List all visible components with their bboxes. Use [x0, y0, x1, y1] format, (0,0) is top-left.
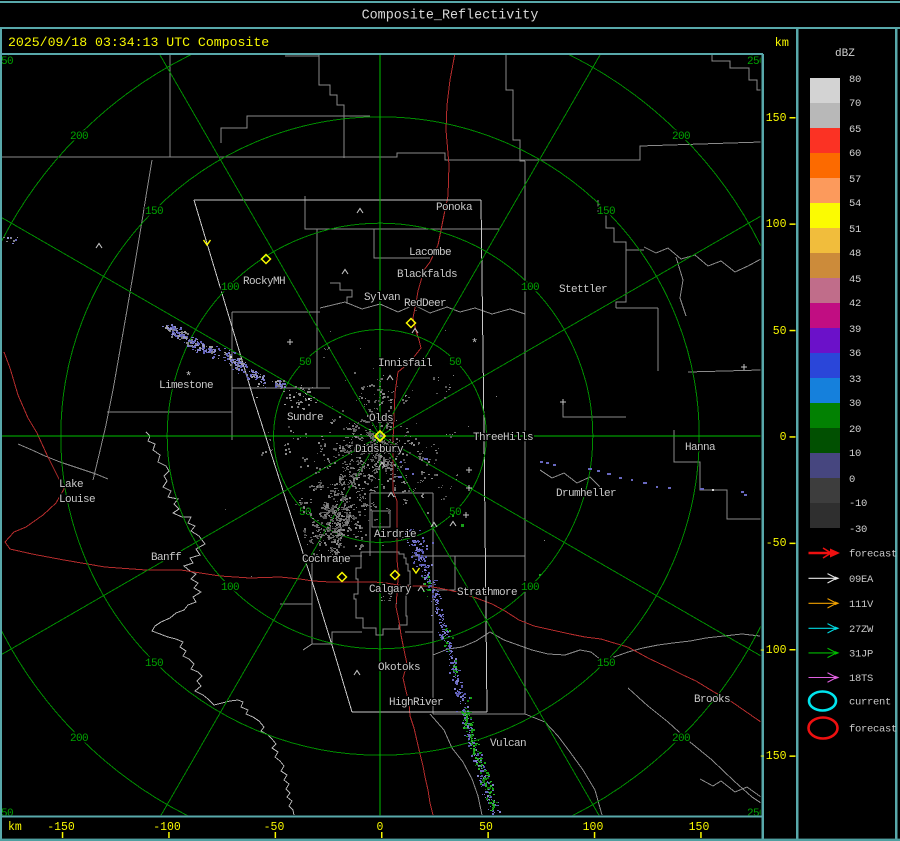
svg-text:60: 60 [849, 148, 861, 160]
svg-text:current: current [849, 697, 891, 709]
svg-text:-50: -50 [264, 821, 285, 834]
svg-text:Brooks: Brooks [694, 694, 730, 706]
svg-text:80: 80 [849, 74, 861, 86]
svg-text:Louise: Louise [59, 494, 95, 506]
svg-text:Drumheller: Drumheller [556, 488, 616, 500]
svg-text:200: 200 [672, 733, 690, 745]
svg-text:100: 100 [521, 582, 539, 594]
svg-text:Calgary: Calgary [369, 584, 412, 596]
svg-text:150: 150 [145, 658, 163, 670]
svg-text:100: 100 [221, 582, 239, 594]
svg-text:RedDeer: RedDeer [404, 298, 446, 310]
svg-text:150: 150 [689, 821, 710, 834]
svg-text:150: 150 [597, 658, 615, 670]
svg-text:dBZ: dBZ [835, 48, 855, 60]
svg-text:Strathmore: Strathmore [457, 587, 517, 599]
svg-text:forecast: forecast [849, 724, 897, 736]
svg-text:57: 57 [849, 174, 861, 186]
svg-text:Lacombe: Lacombe [409, 247, 451, 259]
svg-text:100: 100 [583, 821, 604, 834]
svg-text:Airdrie: Airdrie [374, 529, 416, 541]
svg-text:200: 200 [70, 733, 88, 745]
svg-text:65: 65 [849, 124, 861, 136]
svg-text:Didsbury: Didsbury [355, 444, 404, 456]
svg-text:HighRiver: HighRiver [389, 697, 443, 709]
svg-text:42: 42 [849, 298, 861, 310]
svg-text:111V: 111V [849, 599, 874, 611]
svg-text:Sylvan: Sylvan [364, 292, 400, 304]
svg-text:100: 100 [221, 282, 239, 294]
svg-text:70: 70 [849, 98, 861, 110]
svg-text:39: 39 [849, 324, 861, 336]
svg-text:0: 0 [849, 474, 855, 486]
svg-text:30: 30 [849, 398, 861, 410]
svg-text:Vulcan: Vulcan [490, 738, 526, 750]
svg-text:Olds: Olds [369, 413, 393, 425]
svg-text:0: 0 [780, 431, 787, 444]
svg-text:54: 54 [849, 198, 861, 210]
svg-text:27ZW: 27ZW [849, 624, 874, 636]
svg-text:-50: -50 [766, 537, 787, 550]
svg-text:31JP: 31JP [849, 648, 873, 660]
svg-text:50: 50 [449, 357, 461, 369]
svg-text:RockyMH: RockyMH [243, 276, 285, 288]
svg-text:10: 10 [849, 448, 861, 460]
svg-text:Sundre: Sundre [287, 412, 323, 424]
svg-text:18TS: 18TS [849, 673, 873, 685]
svg-text:Stettler: Stettler [559, 284, 607, 296]
svg-text:33: 33 [849, 374, 861, 386]
svg-text:forecast: forecast [849, 549, 897, 561]
svg-text:45: 45 [849, 274, 861, 286]
svg-text:50: 50 [479, 821, 493, 834]
svg-text:200: 200 [672, 131, 690, 143]
svg-text:Cochrane: Cochrane [302, 554, 350, 566]
svg-text:51: 51 [849, 224, 861, 236]
svg-text:Banff: Banff [151, 552, 181, 564]
svg-text:Okotoks: Okotoks [378, 662, 420, 674]
svg-text:200: 200 [70, 131, 88, 143]
svg-text:50: 50 [299, 357, 311, 369]
svg-text:ThreeHills: ThreeHills [473, 432, 533, 444]
svg-text:-30: -30 [849, 524, 867, 536]
svg-text:Hanna: Hanna [685, 442, 716, 454]
svg-text:50: 50 [449, 507, 461, 519]
svg-text:-150: -150 [47, 821, 75, 834]
svg-text:-150: -150 [759, 750, 787, 763]
svg-text:-100: -100 [759, 644, 787, 657]
svg-text:150: 150 [145, 206, 163, 218]
svg-text:Ponoka: Ponoka [436, 202, 473, 214]
svg-text:20: 20 [849, 424, 861, 436]
svg-text:50: 50 [773, 325, 787, 338]
svg-text:Lake: Lake [59, 479, 83, 491]
svg-text:09EA: 09EA [849, 574, 874, 586]
svg-text:km: km [8, 821, 22, 834]
svg-text:48: 48 [849, 248, 861, 260]
svg-text:36: 36 [849, 348, 861, 360]
svg-text:Composite_Reflectivity: Composite_Reflectivity [362, 9, 539, 24]
svg-text:km: km [775, 36, 789, 50]
svg-text:*: * [471, 337, 478, 351]
svg-text:Blackfalds: Blackfalds [397, 269, 457, 281]
svg-text:150: 150 [766, 112, 787, 125]
svg-text:-10: -10 [849, 498, 867, 510]
svg-text:-100: -100 [153, 821, 181, 834]
svg-text:100: 100 [766, 218, 787, 231]
svg-text:Innisfail: Innisfail [378, 358, 432, 370]
svg-text:100: 100 [521, 282, 539, 294]
svg-text:2025/09/18 03:34:13 UTC Compos: 2025/09/18 03:34:13 UTC Composite [8, 35, 269, 50]
svg-text:Limestone: Limestone [159, 380, 213, 392]
svg-text:150: 150 [597, 206, 615, 218]
